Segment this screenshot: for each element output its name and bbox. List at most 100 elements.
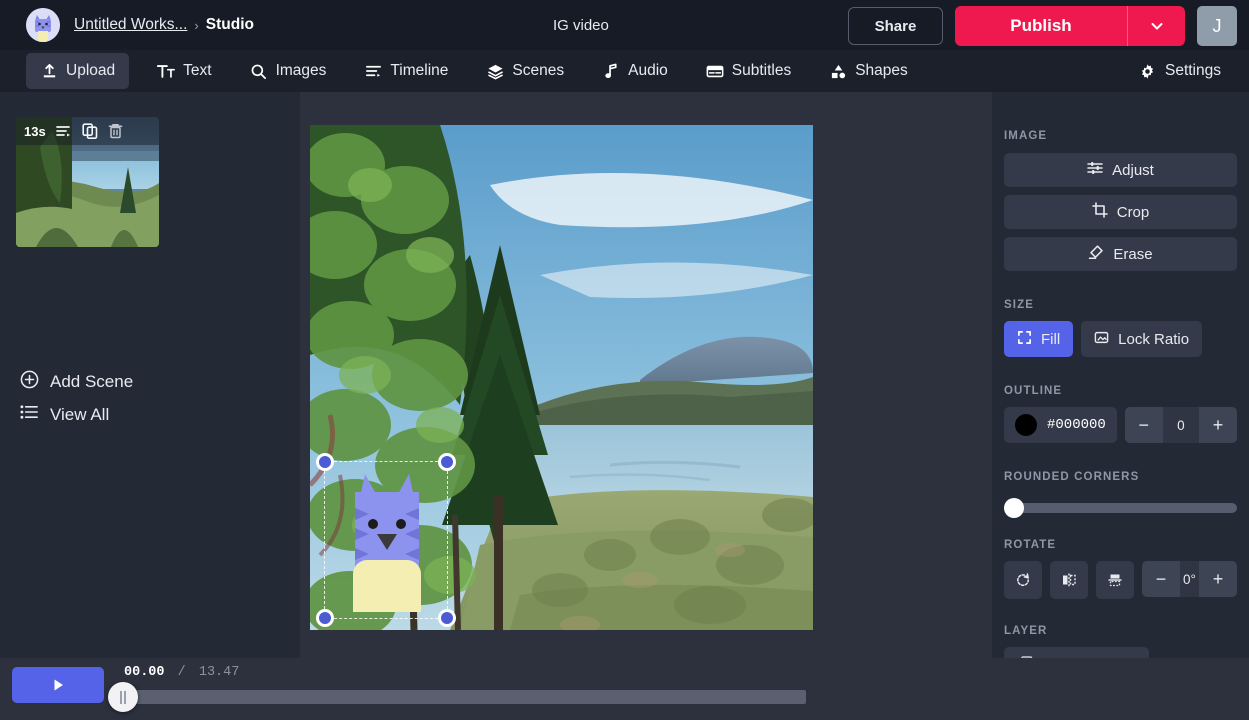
crop-icon bbox=[1092, 202, 1108, 222]
view-all-button[interactable]: View All bbox=[20, 404, 109, 425]
rounded-corners-slider[interactable] bbox=[1004, 503, 1237, 513]
erase-button[interactable]: Erase bbox=[1004, 237, 1237, 271]
scrubber-track[interactable] bbox=[124, 690, 806, 704]
rotate-angle-stepper[interactable]: − 0° + bbox=[1142, 561, 1237, 597]
scene-settings-icon[interactable] bbox=[56, 124, 72, 138]
scenes-sidebar: 13s Add Scene View All bbox=[0, 92, 300, 720]
gear-icon bbox=[1139, 62, 1157, 80]
outline-width-value: 0 bbox=[1163, 418, 1199, 433]
rotate-cw-icon bbox=[1015, 572, 1031, 588]
breadcrumb-workspace-link[interactable]: Untitled Works... bbox=[74, 16, 187, 34]
cat-sticker[interactable] bbox=[325, 462, 449, 620]
cat-avatar-icon bbox=[26, 8, 60, 42]
editor-stage bbox=[300, 92, 992, 658]
outline-width-decrease[interactable]: − bbox=[1125, 407, 1163, 443]
tab-timeline[interactable]: Timeline bbox=[350, 53, 462, 89]
outline-color-hex: #000000 bbox=[1047, 417, 1106, 433]
tab-text[interactable]: Text bbox=[143, 53, 225, 89]
scrubber-grip-line bbox=[120, 691, 122, 704]
tab-subtitles[interactable]: Subtitles bbox=[692, 53, 805, 89]
workspace-avatar[interactable] bbox=[26, 8, 60, 42]
play-button[interactable] bbox=[12, 667, 104, 703]
outline-section-label: OUTLINE bbox=[1004, 385, 1237, 397]
flip-vertical-button[interactable] bbox=[1096, 561, 1134, 599]
outline-color-picker[interactable]: #000000 bbox=[1004, 407, 1117, 443]
scene-duration-badge: 13s bbox=[24, 124, 46, 139]
project-title: IG video bbox=[553, 17, 609, 34]
fill-button[interactable]: Fill bbox=[1004, 321, 1073, 357]
rotate-cw-button[interactable] bbox=[1004, 561, 1042, 599]
total-time: 13.47 bbox=[199, 665, 240, 680]
rounded-corners-slider-knob[interactable] bbox=[1004, 498, 1024, 518]
resize-handle-bottom-left[interactable] bbox=[316, 609, 334, 627]
tab-settings[interactable]: Settings bbox=[1125, 53, 1235, 89]
main-toolbar: Upload Text Images Timeline Scenes bbox=[0, 50, 1249, 92]
play-icon bbox=[50, 677, 66, 693]
expand-icon bbox=[1017, 330, 1032, 349]
adjust-label: Adjust bbox=[1112, 162, 1154, 179]
scrubber-knob[interactable] bbox=[108, 682, 138, 712]
crop-label: Crop bbox=[1117, 204, 1150, 221]
share-button[interactable]: Share bbox=[848, 7, 943, 45]
outline-width-increase[interactable]: + bbox=[1199, 407, 1237, 443]
tab-settings-label: Settings bbox=[1165, 62, 1221, 80]
eraser-icon bbox=[1088, 244, 1104, 264]
lock-ratio-label: Lock Ratio bbox=[1118, 331, 1189, 348]
time-separator: / bbox=[178, 665, 186, 680]
outline-width-stepper[interactable]: − 0 + bbox=[1125, 407, 1237, 443]
tab-images[interactable]: Images bbox=[236, 53, 341, 89]
user-avatar-badge[interactable]: J bbox=[1197, 6, 1237, 46]
playback-bar: 00.00 / 13.47 Open Timeline bbox=[0, 658, 1249, 720]
selection-bounding-box[interactable] bbox=[324, 461, 448, 619]
sliders-icon bbox=[1087, 160, 1103, 180]
top-bar: Untitled Works... › Studio IG video Shar… bbox=[0, 0, 1249, 50]
scene-thumbnail[interactable]: 13s bbox=[16, 117, 159, 247]
rotate-section-label: ROTATE bbox=[1004, 539, 1237, 551]
crop-button[interactable]: Crop bbox=[1004, 195, 1237, 229]
resize-handle-top-left[interactable] bbox=[316, 453, 334, 471]
layers-icon bbox=[486, 62, 504, 80]
flip-horizontal-button[interactable] bbox=[1050, 561, 1088, 599]
rotate-angle-decrease[interactable]: − bbox=[1142, 561, 1180, 597]
current-time: 00.00 bbox=[124, 665, 165, 680]
add-scene-button[interactable]: Add Scene bbox=[20, 370, 133, 394]
flip-vertical-icon bbox=[1107, 572, 1123, 588]
lock-ratio-icon bbox=[1094, 330, 1109, 349]
scrubber-grip-line bbox=[124, 691, 126, 704]
tab-timeline-label: Timeline bbox=[390, 62, 448, 80]
tab-audio[interactable]: Audio bbox=[588, 53, 682, 89]
rotate-angle-increase[interactable]: + bbox=[1199, 561, 1237, 597]
rounded-corners-section-label: ROUNDED CORNERS bbox=[1004, 471, 1237, 483]
image-section-label: IMAGE bbox=[1004, 130, 1237, 142]
properties-panel: IMAGE Adjust Crop Erase SIZE bbox=[992, 92, 1249, 720]
tab-scenes[interactable]: Scenes bbox=[472, 53, 578, 89]
chevron-down-icon bbox=[1149, 18, 1165, 34]
search-icon bbox=[250, 62, 268, 80]
publish-dropdown-button[interactable] bbox=[1127, 6, 1185, 46]
erase-label: Erase bbox=[1113, 246, 1152, 263]
music-note-icon bbox=[602, 62, 620, 80]
list-icon bbox=[20, 404, 39, 425]
add-scene-label: Add Scene bbox=[50, 372, 133, 392]
resize-handle-top-right[interactable] bbox=[438, 453, 456, 471]
tab-shapes[interactable]: Shapes bbox=[815, 53, 922, 89]
tab-scenes-label: Scenes bbox=[512, 62, 564, 80]
tab-upload[interactable]: Upload bbox=[26, 53, 129, 89]
video-canvas[interactable] bbox=[310, 125, 813, 630]
subtitles-icon bbox=[706, 62, 724, 80]
rotate-angle-value: 0° bbox=[1180, 572, 1199, 587]
lock-ratio-button[interactable]: Lock Ratio bbox=[1081, 321, 1202, 357]
trash-icon[interactable] bbox=[108, 123, 123, 139]
duplicate-icon[interactable] bbox=[82, 123, 98, 139]
time-display: 00.00 / 13.47 bbox=[124, 665, 239, 680]
tab-subtitles-label: Subtitles bbox=[732, 62, 791, 80]
adjust-button[interactable]: Adjust bbox=[1004, 153, 1237, 187]
resize-handle-bottom-right[interactable] bbox=[438, 609, 456, 627]
size-section-label: SIZE bbox=[1004, 299, 1237, 311]
tab-upload-label: Upload bbox=[66, 62, 115, 80]
breadcrumb-current: Studio bbox=[206, 16, 254, 34]
scene-thumbnail-overlay: 13s bbox=[16, 117, 159, 145]
publish-button[interactable]: Publish bbox=[955, 6, 1127, 46]
breadcrumb: Untitled Works... › Studio bbox=[74, 16, 254, 34]
plus-circle-icon bbox=[20, 370, 39, 394]
